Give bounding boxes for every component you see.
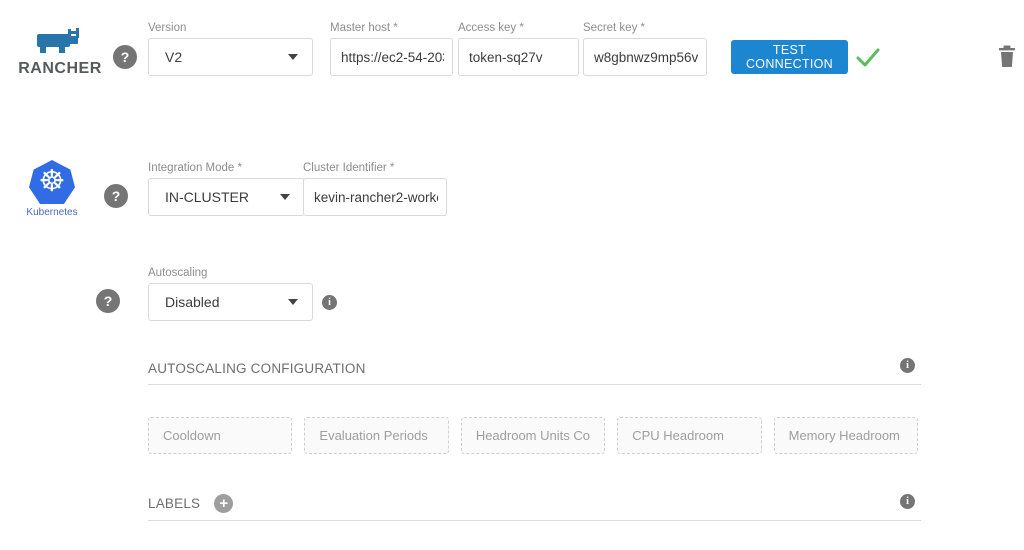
chevron-down-icon: [288, 54, 298, 60]
chevron-down-icon: [288, 299, 298, 305]
rancher-logo: RANCHER: [12, 28, 108, 78]
autoscaling-select[interactable]: Disabled: [148, 283, 313, 321]
chevron-down-icon: [280, 194, 290, 200]
version-label: Version: [148, 22, 313, 34]
version-select[interactable]: V2: [148, 38, 313, 76]
info-glyph: i: [906, 496, 909, 507]
integration-mode-select[interactable]: IN-CLUSTER: [148, 178, 305, 216]
help-glyph: ?: [104, 293, 113, 309]
evaluation-periods-input[interactable]: [304, 417, 448, 454]
version-field: Version V2: [148, 22, 313, 76]
cluster-identifier-input[interactable]: [314, 190, 438, 205]
autoscaling-field: Autoscaling Disabled: [148, 267, 313, 321]
help-glyph: ?: [121, 49, 130, 65]
info-glyph: i: [328, 297, 331, 308]
integration-mode-value: IN-CLUSTER: [165, 189, 249, 205]
access-key-label: Access key *: [458, 22, 579, 34]
section-divider: [148, 384, 921, 385]
labels-title: LABELS: [148, 496, 200, 511]
autoscaling-configuration-title: AUTOSCALING CONFIGURATION: [148, 361, 366, 376]
integration-mode-field: Integration Mode * IN-CLUSTER: [148, 162, 305, 216]
autoscaling-config-inputs: [148, 417, 918, 454]
labels-section-header: LABELS +: [148, 494, 233, 513]
headroom-units-count-input[interactable]: [461, 417, 605, 454]
delete-integration-button[interactable]: [998, 45, 1016, 71]
autoscaling-value: Disabled: [165, 294, 219, 310]
memory-headroom-input[interactable]: [774, 417, 918, 454]
access-key-field: Access key *: [458, 22, 579, 76]
rancher-bull-icon: [27, 41, 93, 58]
autoscaling-label: Autoscaling: [148, 267, 313, 279]
secret-key-label: Secret key *: [583, 22, 707, 34]
master-host-input[interactable]: [341, 50, 444, 65]
connection-success-check-icon: [855, 47, 881, 73]
cluster-identifier-label: Cluster Identifier *: [303, 162, 447, 174]
kubernetes-logo: ☸ Kubernetes: [20, 160, 84, 218]
trash-icon: [998, 56, 1016, 71]
master-host-field: Master host *: [330, 22, 453, 76]
access-key-input[interactable]: [469, 50, 570, 65]
rancher-help-icon[interactable]: ?: [113, 45, 137, 69]
autoscaling-help-icon[interactable]: ?: [96, 289, 120, 313]
integration-mode-label: Integration Mode *: [148, 162, 305, 174]
kubernetes-caption: Kubernetes: [20, 207, 84, 218]
labels-info-icon[interactable]: i: [900, 494, 915, 509]
rancher-wordmark: RANCHER: [12, 60, 108, 78]
version-value: V2: [165, 49, 182, 65]
autoscaling-info-icon[interactable]: i: [322, 295, 337, 310]
autoscaling-configuration-info-icon[interactable]: i: [900, 358, 915, 373]
wheel-glyph: ☸: [39, 167, 66, 197]
kubernetes-help-icon[interactable]: ?: [104, 184, 128, 208]
add-label-button[interactable]: +: [214, 494, 233, 513]
master-host-label: Master host *: [330, 22, 453, 34]
test-connection-button[interactable]: TEST CONNECTION: [731, 40, 848, 74]
plus-glyph: +: [219, 496, 228, 511]
help-glyph: ?: [112, 188, 121, 204]
integration-settings-page: RANCHER ? Version V2 Master host * Acces…: [0, 0, 1024, 550]
info-glyph: i: [906, 360, 909, 371]
kubernetes-wheel-icon: ☸: [29, 160, 75, 204]
secret-key-input[interactable]: [594, 50, 698, 65]
cluster-identifier-field: Cluster Identifier *: [303, 162, 447, 216]
secret-key-field: Secret key *: [583, 22, 707, 76]
cooldown-input[interactable]: [148, 417, 292, 454]
section-divider: [148, 520, 921, 521]
cpu-headroom-input[interactable]: [617, 417, 761, 454]
